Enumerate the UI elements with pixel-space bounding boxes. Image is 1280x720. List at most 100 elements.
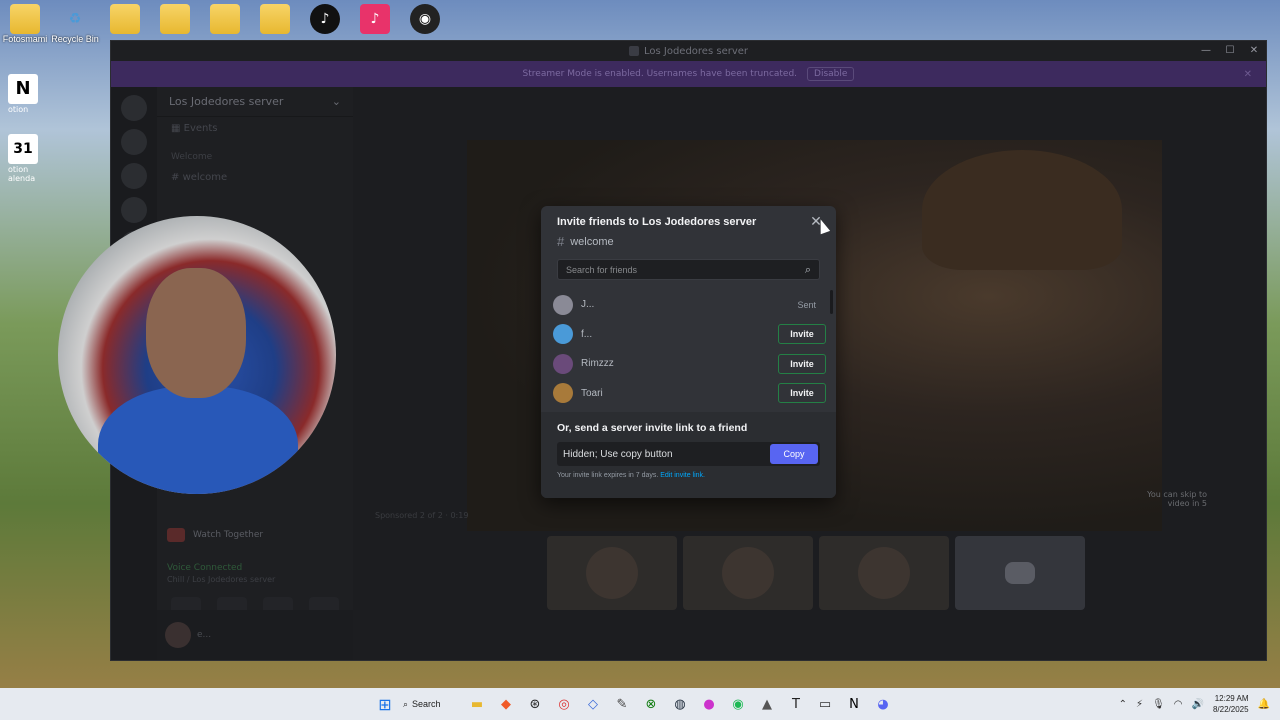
- hash-icon: #: [557, 234, 565, 249]
- participant-tile[interactable]: [955, 536, 1085, 610]
- spotify-icon[interactable]: ◉: [727, 693, 749, 715]
- desktop-icon-fotosmami[interactable]: Fotosmami: [0, 4, 50, 50]
- chatgpt-icon[interactable]: ⊛: [524, 693, 546, 715]
- channel-welcome[interactable]: # welcome: [157, 166, 353, 189]
- server-header[interactable]: Los Jodedores server ⌄: [157, 87, 353, 117]
- server-icon[interactable]: [121, 197, 147, 223]
- notion-icon[interactable]: N: [843, 693, 865, 715]
- server-icon[interactable]: [121, 129, 147, 155]
- search-input[interactable]: [566, 264, 766, 275]
- webcam-overlay: [58, 216, 336, 494]
- volume-icon[interactable]: 🔊: [1192, 699, 1204, 710]
- left-desktop-icons: N otion 31 otion alenda: [8, 74, 48, 183]
- participant-tile[interactable]: [819, 536, 949, 610]
- close-icon[interactable]: ✕: [1244, 69, 1252, 80]
- avatar: [858, 547, 910, 599]
- taskbar-search[interactable]: ⌕ Search: [403, 699, 459, 710]
- participant-tiles: [547, 536, 1085, 610]
- search-icon: ⌕: [804, 262, 811, 276]
- watch-together-activity[interactable]: Watch Together: [161, 521, 349, 549]
- modal-title: Invite friends to Los Jodedores server: [557, 216, 757, 228]
- invite-link-box: Hidden; Use copy button Copy: [557, 442, 820, 466]
- steam-icon[interactable]: ◍: [669, 693, 691, 715]
- server-icon: [628, 46, 639, 56]
- app-icon[interactable]: T: [785, 693, 807, 715]
- participant-tile[interactable]: [547, 536, 677, 610]
- discord-home-icon[interactable]: [121, 95, 147, 121]
- invite-button[interactable]: Invite: [778, 324, 826, 345]
- notion-calendar-icon[interactable]: 31: [8, 134, 38, 164]
- app-icon[interactable]: ✎: [611, 693, 633, 715]
- invite-button[interactable]: Invite: [778, 383, 826, 404]
- avatar: [553, 383, 573, 404]
- app-icon[interactable]: ◇: [582, 693, 604, 715]
- server-icon[interactable]: [121, 163, 147, 189]
- invite-link-field[interactable]: Hidden; Use copy button: [563, 449, 673, 460]
- voice-connected-status: Voice Connected: [167, 563, 243, 573]
- windows-start-icon[interactable]: ⊞: [374, 693, 396, 715]
- hash-icon: #: [171, 172, 183, 183]
- expire-note: Your invite link expires in 7 days. Edit…: [557, 472, 705, 479]
- app-tray-icon[interactable]: ⚡: [1136, 699, 1143, 710]
- recycle-bin-icon: ♻: [68, 11, 82, 27]
- title-bar: Los Jodedores server — ☐ ✕: [111, 41, 1266, 61]
- microphone-icon[interactable]: 🎙: [1152, 699, 1165, 710]
- user-name: e...: [197, 630, 212, 640]
- friend-list: J... Sent f... Invite Rimzzz Invite Toar…: [541, 290, 836, 412]
- notion-icon[interactable]: N: [8, 74, 38, 104]
- discord-icon[interactable]: ◕: [872, 693, 894, 715]
- streamer-mode-banner: Streamer Mode is enabled. Usernames have…: [111, 61, 1266, 87]
- wifi-icon[interactable]: ◠: [1174, 699, 1183, 710]
- voice-channel-label[interactable]: Chill / Los Jodedores server: [167, 575, 275, 584]
- avatar[interactable]: [165, 622, 191, 648]
- avatar: [722, 547, 774, 599]
- invite-button[interactable]: Invite: [778, 353, 826, 374]
- brave-icon[interactable]: ◆: [495, 693, 517, 715]
- friend-row: Toari Invite: [541, 379, 836, 409]
- sponsored-label: Sponsored 2 of 2 · 0:19: [375, 511, 469, 520]
- window-title: Los Jodedores server: [643, 45, 749, 57]
- banner-message: Streamer Mode is enabled. Usernames have…: [522, 69, 798, 79]
- invite-link-label: Or, send a server invite link to a frien…: [557, 422, 748, 434]
- system-tray: ⌃ ⚡ 🎙 ◠ 🔊 12:29 AM 8/22/2025 🔔: [1119, 688, 1270, 720]
- folder-icon: [10, 4, 40, 34]
- sent-status: Sent: [797, 299, 816, 310]
- minimize-button[interactable]: —: [1194, 41, 1218, 61]
- copy-button[interactable]: Copy: [770, 444, 818, 464]
- tiktok-icon: ♪: [310, 4, 340, 34]
- file-explorer-icon[interactable]: ▬: [466, 693, 488, 715]
- scrollbar[interactable]: [830, 290, 833, 314]
- app-icon[interactable]: ▲: [756, 693, 778, 715]
- calendar-icon: ▦: [171, 123, 184, 134]
- folder-icon: [260, 4, 290, 34]
- maximize-button[interactable]: ☐: [1218, 41, 1242, 61]
- edit-invite-link[interactable]: Edit invite link.: [660, 472, 705, 479]
- desktop-icon-recycle-bin[interactable]: ♻ Recycle Bin: [50, 4, 100, 50]
- folder-icon: [110, 4, 140, 34]
- notepad-icon[interactable]: ▭: [814, 693, 836, 715]
- discord-logo-icon: [1005, 562, 1035, 584]
- clock[interactable]: 12:29 AM 8/22/2025: [1213, 693, 1249, 715]
- avatar: [553, 353, 573, 374]
- app-icon[interactable]: ●: [698, 693, 720, 715]
- notification-icon[interactable]: 🔔: [1258, 699, 1270, 710]
- webcam-subject: [146, 268, 246, 398]
- disable-button[interactable]: Disable: [807, 67, 855, 81]
- events-item[interactable]: ▦ Events: [157, 117, 353, 140]
- friend-name: f...: [581, 328, 593, 340]
- friend-row: J... Sent: [541, 290, 836, 320]
- folder-icon: [160, 4, 190, 34]
- close-window-button[interactable]: ✕: [1242, 41, 1266, 61]
- search-icon: ⌕: [403, 698, 409, 709]
- tiktok-icon: ♪: [360, 4, 390, 34]
- xbox-icon[interactable]: ⊗: [640, 693, 662, 715]
- chrome-icon[interactable]: ◎: [553, 693, 575, 715]
- participant-tile[interactable]: [683, 536, 813, 610]
- friend-name: Rimzzz: [581, 358, 614, 370]
- skip-ad-notice[interactable]: You can skip to video in 5: [1147, 490, 1207, 508]
- invite-modal: Invite friends to Los Jodedores server ✕…: [541, 206, 836, 498]
- chevron-up-icon[interactable]: ⌃: [1119, 699, 1127, 710]
- modal-channel: # welcome: [557, 234, 614, 249]
- friend-name: Toari: [581, 387, 603, 399]
- category-welcome[interactable]: Welcome: [157, 140, 353, 166]
